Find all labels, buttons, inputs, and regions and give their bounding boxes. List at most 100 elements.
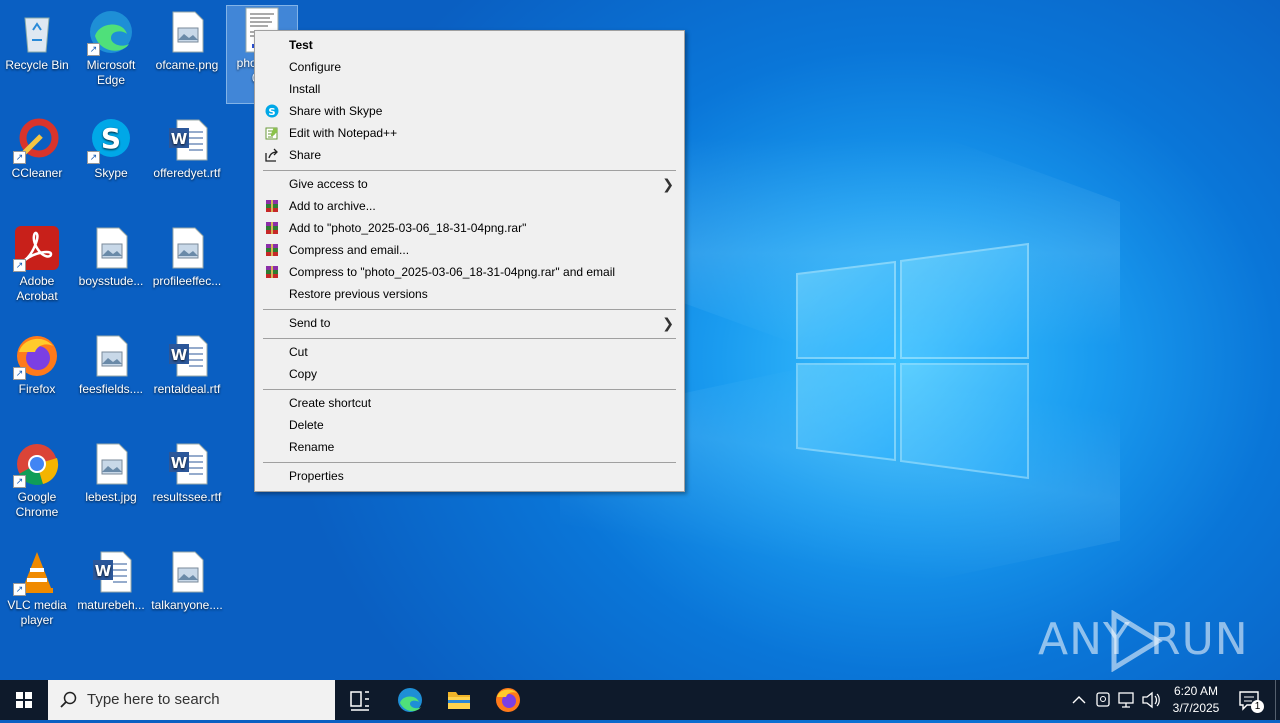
- edge-icon: [398, 688, 422, 712]
- menu-item-test[interactable]: Test: [257, 34, 682, 56]
- winrar-icon: [266, 266, 278, 278]
- winrar-icon: [266, 200, 278, 212]
- desktop-icon-ofcame[interactable]: ofcame.png: [150, 8, 224, 73]
- menu-item-delete[interactable]: Delete: [257, 414, 682, 436]
- menu-item-give-access-to[interactable]: Give access to ❯: [257, 173, 682, 195]
- menu-item-share-with-skype[interactable]: S Share with Skype: [257, 100, 682, 122]
- menu-item-cut[interactable]: Cut: [257, 341, 682, 363]
- task-view-icon: [350, 691, 369, 711]
- menu-item-edit-notepadpp[interactable]: Edit with Notepad++: [257, 122, 682, 144]
- desktop-icon-acrobat[interactable]: ↗ Adobe Acrobat: [0, 224, 74, 304]
- action-center-button[interactable]: 1: [1232, 680, 1272, 720]
- desktop-icon-maturebeh[interactable]: W maturebeh...: [74, 548, 148, 613]
- image-file-icon: [172, 227, 204, 269]
- desktop-icon-vlc[interactable]: ↗ VLC media player: [0, 548, 74, 628]
- menu-separator: [263, 170, 676, 171]
- menu-item-compress-and-email[interactable]: Compress and email...: [257, 239, 682, 261]
- word-file-icon: W: [169, 119, 208, 161]
- tray-network-button[interactable]: [1116, 680, 1138, 720]
- desktop-icon-label: Adobe Acrobat: [16, 274, 58, 303]
- taskbar-search-box[interactable]: Type here to search: [48, 680, 335, 720]
- svg-text:S: S: [268, 107, 275, 118]
- desktop-icon-firefox[interactable]: ↗ Firefox: [0, 332, 74, 397]
- desktop-icon-label: Recycle Bin: [5, 58, 69, 72]
- desktop-icon-chrome[interactable]: ↗ Google Chrome: [0, 440, 74, 520]
- menu-item-label: Share with Skype: [289, 104, 383, 118]
- winrar-icon: [266, 222, 278, 234]
- taskbar-firefox-button[interactable]: [484, 680, 532, 720]
- menu-item-label: Send to: [289, 316, 331, 330]
- menu-item-add-to-rar[interactable]: Add to "photo_2025-03-06_18-31-04png.rar…: [257, 217, 682, 239]
- desktop-icon-talkanyone[interactable]: talkanyone....: [150, 548, 224, 613]
- menu-separator: [263, 309, 676, 310]
- menu-item-add-to-archive[interactable]: Add to archive...: [257, 195, 682, 217]
- desktop-icon-profileeffec[interactable]: profileeffec...: [150, 224, 224, 289]
- start-button[interactable]: [0, 680, 48, 720]
- tray-volume-button[interactable]: [1140, 680, 1162, 720]
- menu-item-restore-previous-versions[interactable]: Restore previous versions: [257, 283, 682, 305]
- menu-item-label: Install: [289, 82, 321, 96]
- chevron-up-icon: [1072, 696, 1086, 704]
- menu-item-label: Add to "photo_2025-03-06_18-31-04png.rar…: [289, 221, 527, 235]
- task-view-button[interactable]: [336, 680, 384, 720]
- clock[interactable]: 6:20 AM 3/7/2025: [1166, 680, 1226, 723]
- desktop-icon-label: resultssee.rtf: [152, 490, 222, 504]
- desktop-icon-label: Microsoft Edge: [86, 58, 136, 87]
- desktop-icon-ccleaner[interactable]: ↗ CCleaner: [0, 116, 74, 181]
- menu-separator: [263, 338, 676, 339]
- menu-item-label: Cut: [289, 345, 308, 359]
- svg-text:W: W: [95, 562, 112, 580]
- windows-logo-wallpaper: [796, 242, 1029, 480]
- menu-item-label: Create shortcut: [289, 396, 372, 410]
- device-icon: [1096, 692, 1110, 707]
- menu-item-compress-to-rar-and-email[interactable]: Compress to "photo_2025-03-06_18-31-04pn…: [257, 261, 682, 283]
- winrar-icon: [266, 244, 278, 256]
- word-file-icon: W: [93, 551, 132, 593]
- folder-icon: [448, 692, 470, 709]
- desktop-icon-boysstude[interactable]: boysstude...: [74, 224, 148, 289]
- desktop-icon-label: maturebeh...: [77, 598, 145, 612]
- desktop-icon-edge[interactable]: ↗ Microsoft Edge: [74, 8, 148, 88]
- desktop-icon-label: rentaldeal.rtf: [153, 382, 221, 396]
- shortcut-arrow-icon: ↗: [13, 367, 26, 380]
- menu-item-rename[interactable]: Rename: [257, 436, 682, 458]
- desktop-icon-feesfields[interactable]: feesfields....: [74, 332, 148, 397]
- notification-icon: [1239, 691, 1259, 711]
- menu-item-send-to[interactable]: Send to ❯: [257, 312, 682, 334]
- desktop-icon-label: talkanyone....: [151, 598, 223, 612]
- notepadpp-icon: [265, 127, 278, 140]
- image-file-icon: [96, 443, 128, 485]
- desktop-icon-label: feesfields....: [78, 382, 144, 396]
- image-file-icon: [172, 551, 204, 593]
- svg-text:W: W: [171, 454, 188, 472]
- menu-item-label: Compress and email...: [289, 243, 410, 257]
- menu-item-configure[interactable]: Configure: [257, 56, 682, 78]
- desktop-icon-resultssee[interactable]: W resultssee.rtf: [150, 440, 224, 505]
- show-hidden-icons-button[interactable]: [1068, 680, 1090, 720]
- menu-separator: [263, 389, 676, 390]
- desktop-icon-rentaldeal[interactable]: W rentaldeal.rtf: [150, 332, 224, 397]
- menu-separator: [263, 462, 676, 463]
- menu-item-label: Copy: [289, 367, 318, 381]
- menu-item-label: Restore previous versions: [289, 287, 428, 301]
- menu-item-create-shortcut[interactable]: Create shortcut: [257, 392, 682, 414]
- svg-text:S: S: [101, 122, 121, 155]
- desktop-icon-label: VLC media player: [7, 598, 67, 627]
- firefox-icon: [496, 688, 520, 712]
- show-desktop-button[interactable]: [1275, 680, 1276, 720]
- menu-item-install[interactable]: Install: [257, 78, 682, 100]
- desktop-icon-skype[interactable]: S ↗ Skype: [74, 116, 148, 181]
- desktop-icon-lebest[interactable]: lebest.jpg: [74, 440, 148, 505]
- taskbar-file-explorer-button[interactable]: [435, 680, 483, 720]
- menu-item-share[interactable]: Share: [257, 144, 682, 166]
- desktop-icon-recycle-bin[interactable]: Recycle Bin: [0, 8, 74, 73]
- menu-item-properties[interactable]: Properties: [257, 465, 682, 487]
- menu-item-copy[interactable]: Copy: [257, 363, 682, 385]
- image-file-icon: [96, 227, 128, 269]
- image-file-icon: [96, 335, 128, 377]
- desktop-icon-offeredyet[interactable]: W offeredyet.rtf: [150, 116, 224, 181]
- taskbar-edge-button[interactable]: [386, 680, 434, 720]
- desktop-icon-label: offeredyet.rtf: [153, 166, 221, 180]
- desktop-icon-label: boysstude...: [78, 274, 144, 288]
- tray-device-button[interactable]: [1092, 680, 1114, 720]
